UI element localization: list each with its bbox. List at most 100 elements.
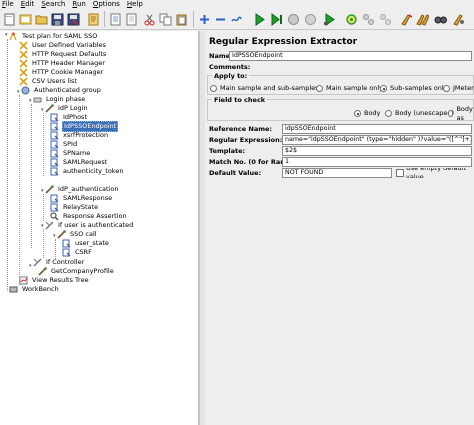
tree-node-test-plan[interactable]: Test plan for SAML SSO [9,32,98,41]
remote-stop-icon[interactable] [344,12,359,27]
remote-exit-icon[interactable] [378,12,393,27]
tree-node-spid[interactable]: SPId [50,140,78,149]
remote-start-icon[interactable] [322,12,337,27]
tree-node-idp-authentication[interactable]: IdP_authentication [45,185,119,194]
config-icon [19,68,28,77]
config-icon [19,59,28,68]
extractor-icon [50,167,59,176]
open-icon[interactable] [34,12,49,27]
apply-main-and-sub-radio[interactable]: Main sample and sub-samples [210,84,319,93]
tree-line [43,113,44,176]
menu-file[interactable]: File [2,0,14,9]
shutdown-icon[interactable] [303,12,318,27]
tree-node-http-request-defaults[interactable]: HTTP Request Defaults [19,50,107,59]
cut-icon[interactable] [142,12,157,27]
field-body-as-document-radio[interactable]: Body as [448,105,474,122]
match-number-input[interactable]: 1 [282,157,472,167]
tree-node-idp-login[interactable]: IdP Login [45,104,89,113]
start-icon[interactable] [252,12,267,27]
field-to-check-group: Field to check Body Body (unescaped) Bod… [207,96,474,122]
collapse-icon[interactable] [213,12,228,27]
field-body-unescaped-radio[interactable]: Body (unescaped) [385,109,454,118]
reset-search-icon[interactable] [451,12,466,27]
tree-node-idpssoendpoint[interactable]: IdPSSOEndpoint [50,121,119,132]
tree-node-user-state[interactable]: user_state [62,239,110,248]
tree-node-view-results-tree[interactable]: View Results Tree [19,276,90,285]
tree-node-samlresponse[interactable]: SAMLResponse [50,194,113,203]
toolbar-list-icon[interactable] [124,12,139,27]
tree-node-workbench[interactable]: WorkBench [9,285,60,294]
sampler-icon [38,267,47,276]
tree-node-login-phase[interactable]: Login phase [33,95,86,104]
extractor-icon [50,158,59,167]
listener-icon [19,276,28,285]
sampler-icon [45,104,54,113]
default-value-input[interactable]: NOT FOUND [282,168,392,178]
tree-node-csv-users-list[interactable]: CSV Users list [19,77,78,86]
reference-name-input[interactable]: idpSSOEndpoint [282,124,472,134]
apply-sub-only-radio[interactable]: Sub-samples only [380,84,448,93]
radio-indicator [448,110,454,117]
tree-node-http-header-manager[interactable]: HTTP Header Manager [19,59,106,68]
tree-node-csrf[interactable]: CSRF [62,248,93,257]
paste-icon[interactable] [174,12,189,27]
config-icon [19,77,28,86]
radio-indicator-selected [380,85,387,92]
tree-line [19,95,20,285]
tree-node-user-defined-variables[interactable]: User Defined Variables [19,41,107,50]
regular-expression-input[interactable]: name="idpSSOEndpoint" (type="hidden" )?v… [282,135,472,145]
menu-edit[interactable]: Edit [21,0,35,9]
assertion-icon [50,212,59,221]
copy-icon[interactable] [158,12,173,27]
tree-node-relaystate[interactable]: RelayState [50,203,99,212]
search-icon[interactable] [433,12,448,27]
radio-indicator [385,110,392,117]
remote-shutdown-icon[interactable] [361,12,376,27]
panel-title: Regular Expression Extractor [209,37,358,47]
tree-node-response-assertion[interactable]: Response Assertion [50,212,128,221]
template-row: Template: [209,146,245,156]
toolbar-bookmark-icon[interactable] [108,12,123,27]
save-icon[interactable] [50,12,65,27]
tree-node-xsrfprotection[interactable]: xsrfProtection [50,131,109,140]
toggle-icon[interactable] [229,12,244,27]
tree-node-authenticated-group[interactable]: Authenticated group [21,86,102,95]
menu-options[interactable]: Options [93,0,120,9]
stop-icon[interactable] [286,12,301,27]
toolbar-doc-icon[interactable] [86,12,101,27]
apply-jmeter-variable-radio[interactable]: JMeter [443,84,474,93]
tree-node-spname[interactable]: SPName [50,149,91,158]
extractor-icon [50,131,59,140]
start-no-pause-icon[interactable] [269,12,284,27]
extractor-icon [62,239,71,248]
tree-node-samlrequest[interactable]: SAMLRequest [50,158,108,167]
save-as-icon[interactable] [66,12,81,27]
tree-node-if-user-is-authenticated[interactable]: If user is authenticated [45,221,134,230]
default-value-label: Default Value: [209,169,262,177]
expand-icon[interactable] [197,12,212,27]
template-input[interactable]: $2$ [282,146,472,156]
menu-search[interactable]: Search [41,0,65,9]
apply-main-only-radio[interactable]: Main sample only [316,84,383,93]
menu-run[interactable]: Run [72,0,85,9]
extractor-icon [62,248,71,257]
templates-icon[interactable] [18,12,33,27]
menu-help[interactable]: Help [127,0,143,9]
tree-node-http-cookie-manager[interactable]: HTTP Cookie Manager [19,68,104,77]
name-input[interactable]: IdPSSOEndpoint [229,51,472,61]
clear-all-icon[interactable] [415,12,430,27]
menu-bar: File Edit Search Run Options Help [0,0,474,9]
tree-node-if-controller[interactable]: If Controller [33,258,85,267]
clear-icon[interactable] [399,12,414,27]
tree-node-authenticity-token[interactable]: authenticity_token [50,167,124,176]
field-body-radio[interactable]: Body [354,109,380,118]
tree-line [7,39,8,291]
tree-line [31,104,32,248]
test-plan-tree[interactable]: ▾ ▾ ▾ ▾ ▾ ▾ ▾ ▾ Test plan for SAML SSO U… [0,31,199,425]
radio-indicator [443,85,450,92]
new-icon[interactable] [2,12,17,27]
tree-node-getcompanyprofile[interactable]: GetCompanyProfile [38,267,115,276]
extractor-icon [50,194,59,203]
use-empty-default-checkbox[interactable] [396,169,404,177]
tree-node-sso-call[interactable]: SSO call [57,230,98,239]
